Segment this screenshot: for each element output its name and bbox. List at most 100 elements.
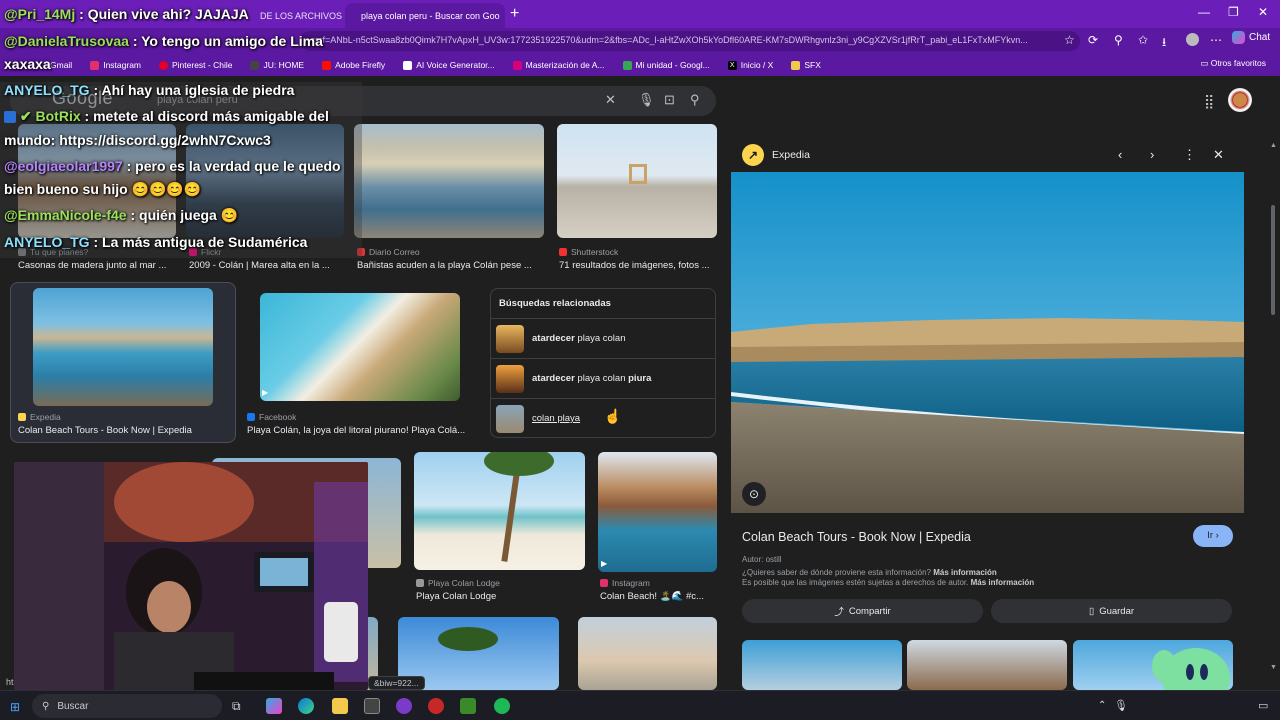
result-caption[interactable]: 2009 - Colán | Marea alta en la ... xyxy=(189,260,347,271)
streamer-webcam xyxy=(14,462,368,690)
chat-user: @EmmaNicole-f4e xyxy=(4,207,127,223)
chat-text: : metete al discord más amigable del xyxy=(80,108,329,124)
badge-icon xyxy=(4,111,16,124)
refresh-icon[interactable]: ⟳ xyxy=(1088,33,1098,47)
related-image[interactable] xyxy=(907,640,1067,690)
result-image-facebook[interactable]: ▶ xyxy=(260,293,460,401)
x-icon: X xyxy=(727,60,737,70)
address-bar[interactable]: rsrf=ANbL-n5ctSwaa8zb0Qimk7H7vApxH_UV3w:… xyxy=(300,31,1080,51)
result-image-lodge[interactable] xyxy=(414,452,585,570)
favorites-icon[interactable]: ✩ xyxy=(1138,33,1148,47)
other-favorites[interactable]: ▭ Otros favoritos xyxy=(1200,58,1266,69)
bookmark-pinterest[interactable]: Pinterest - Chile xyxy=(159,60,232,70)
previous-icon[interactable]: ‹ xyxy=(1118,147,1122,162)
windows-start-icon[interactable]: ⊞ xyxy=(10,700,20,714)
more-info-link[interactable]: Más información xyxy=(971,578,1035,587)
edge-icon[interactable] xyxy=(298,698,314,714)
lens-search-icon[interactable]: ⊙ xyxy=(742,482,766,506)
expedia-logo-icon: ↗ xyxy=(742,144,764,166)
close-panel-icon[interactable]: ✕ xyxy=(1213,147,1224,163)
new-tab-button[interactable]: + xyxy=(510,5,519,23)
apps-grid-icon[interactable]: ⣿ xyxy=(1204,93,1214,110)
related-item[interactable]: atardecer playa colan piura xyxy=(491,358,715,398)
bookmark-label: Adobe Firefly xyxy=(335,60,386,70)
related-item[interactable]: colan playa xyxy=(491,398,715,438)
result-caption[interactable]: Colan Beach Tours - Book Now | Expedia xyxy=(18,425,228,436)
obs-icon[interactable] xyxy=(396,698,412,714)
panel-title[interactable]: Colan Beach Tours - Book Now | Expedia xyxy=(742,530,971,544)
preview-image[interactable] xyxy=(731,172,1244,513)
related-image[interactable] xyxy=(742,640,902,690)
chat-user: @Pri_14Mj xyxy=(4,6,76,22)
calculator-icon[interactable] xyxy=(364,698,380,714)
chat-message: ANYELO_TG : Ahí hay una iglesia de piedr… xyxy=(4,82,294,98)
copilot-chat-button[interactable]: Chat xyxy=(1232,31,1270,44)
bookmark-sfx[interactable]: SFX xyxy=(791,60,821,70)
profile-icon[interactable] xyxy=(1186,33,1199,46)
bookmark-drive[interactable]: Mi unidad - Googl... xyxy=(622,60,710,70)
minimize-icon[interactable]: — xyxy=(1198,5,1210,19)
result-caption[interactable]: Colan Beach! 🏝️🌊 #c... xyxy=(600,591,717,602)
related-item[interactable]: atardecer playa colan xyxy=(491,318,715,358)
app-icon[interactable] xyxy=(428,698,444,714)
result-caption[interactable]: Playa Colan Lodge xyxy=(416,591,586,602)
more-info-link[interactable]: Más información xyxy=(933,568,997,577)
copilot-taskbar-icon[interactable] xyxy=(266,698,282,714)
palm-leaves xyxy=(438,627,498,651)
bookmark-instagram[interactable]: Instagram xyxy=(90,60,141,70)
bookmark-masterizacion[interactable]: Masterización de A... xyxy=(512,60,605,70)
clear-icon[interactable]: ✕ xyxy=(605,92,616,108)
result-image-instagram[interactable]: ▶ xyxy=(598,452,717,572)
share-button[interactable]: ⤴ Compartir xyxy=(742,599,983,623)
result-caption[interactable]: 71 resultados de imágenes, fotos ... xyxy=(559,260,717,271)
next-icon[interactable]: › xyxy=(1150,147,1154,162)
task-view-icon[interactable]: ⧉ xyxy=(232,699,241,714)
visit-button[interactable]: Ir › xyxy=(1193,525,1233,547)
result-image-sunset[interactable] xyxy=(578,617,717,690)
more-options-icon[interactable]: ⋮ xyxy=(1183,147,1196,163)
tray-chevron-icon[interactable]: ⌃ xyxy=(1098,700,1106,711)
result-image-diario-correo[interactable] xyxy=(354,124,544,238)
extensions-icon[interactable]: ⚲ xyxy=(1114,33,1123,47)
source-label: Diario Correo xyxy=(369,247,420,257)
bookmark-ai-voice[interactable]: AI Voice Generator... xyxy=(403,60,495,70)
result-caption[interactable]: Bañistas acuden a la playa Colán pese ..… xyxy=(357,260,547,271)
tab-google-search[interactable]: playa colan peru - Buscar con Goo ✕ xyxy=(345,3,505,28)
tab-archivos[interactable]: DE LOS ARCHIVOS E ✕ xyxy=(250,3,345,28)
info-text: Es posible que las imágenes estén sujeta… xyxy=(742,578,969,587)
result-caption[interactable]: Playa Colán, la joya del litoral piurano… xyxy=(247,425,472,436)
maximize-icon[interactable]: ❐ xyxy=(1228,5,1239,19)
result-image-shutterstock[interactable] xyxy=(557,124,717,238)
file-explorer-icon[interactable] xyxy=(332,698,348,714)
star-icon[interactable]: ☆ xyxy=(1064,33,1075,47)
scrollbar-thumb[interactable] xyxy=(1271,205,1275,315)
result-image-expedia[interactable] xyxy=(33,288,213,406)
result-caption[interactable]: Casonas de madera junto al mar ... xyxy=(18,260,178,271)
spotify-icon[interactable] xyxy=(494,698,510,714)
taskbar-search-label: Buscar xyxy=(57,700,89,712)
save-button[interactable]: ▯ Guardar xyxy=(991,599,1232,623)
avatar[interactable] xyxy=(1228,88,1252,112)
bookmark-adobe-firefly[interactable]: Adobe Firefly xyxy=(322,60,385,70)
search-icon[interactable]: ⚲ xyxy=(690,92,700,108)
related-bold: atardecer xyxy=(532,373,575,384)
mic-tray-icon[interactable]: 🎙 xyxy=(1114,699,1128,712)
microphone-icon[interactable]: 🎙 xyxy=(638,92,655,108)
bookmark-x[interactable]: X Inicio / X xyxy=(727,60,773,70)
result-source: Playa Colan Lodge xyxy=(416,578,500,588)
scroll-up-icon[interactable]: ▲ xyxy=(1270,142,1277,149)
download-icon[interactable]: ⭳ xyxy=(1162,33,1166,54)
notification-icon[interactable]: ▭ xyxy=(1258,699,1268,712)
bookmark-ju-home[interactable]: JU: HOME xyxy=(250,60,304,70)
more-menu-icon[interactable]: ⋯ xyxy=(1210,33,1222,47)
scroll-down-icon[interactable]: ▼ xyxy=(1270,664,1277,671)
bookmark-gmail[interactable]: Gmail xyxy=(50,60,72,70)
panel-info-source: ¿Quieres saber de dónde proviene esta in… xyxy=(742,568,997,577)
lens-icon[interactable]: ⊡ xyxy=(664,92,675,108)
video-play-icon: ▶ xyxy=(601,559,608,568)
panel-source[interactable]: Expedia xyxy=(772,149,810,161)
minecraft-icon[interactable] xyxy=(460,698,476,714)
taskbar-search[interactable]: ⚲ Buscar xyxy=(32,694,222,718)
close-window-icon[interactable]: ✕ xyxy=(1258,5,1268,19)
share-icon: ⤴ xyxy=(834,607,844,618)
